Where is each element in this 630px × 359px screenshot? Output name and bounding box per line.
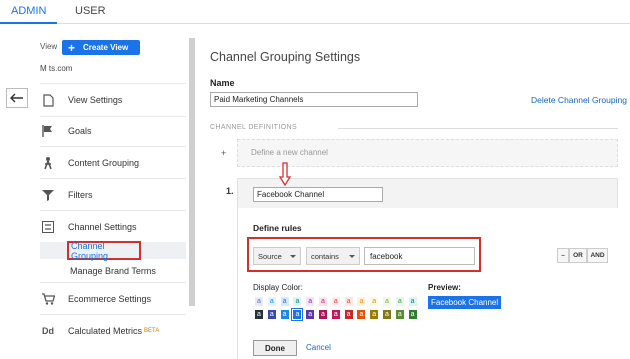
color-swatch[interactable]: a [305, 309, 316, 320]
nav-label: Filters [68, 190, 93, 200]
beta-badge: BETA [144, 328, 160, 334]
tab-user[interactable]: USER [75, 5, 106, 17]
nav-separator [40, 83, 186, 84]
cancel-link[interactable]: Cancel [306, 343, 331, 352]
color-swatch[interactable]: a [318, 309, 328, 320]
display-color-label: Display Color: [253, 283, 303, 292]
nav-separator [40, 210, 186, 211]
page-title: Channel Grouping Settings [210, 50, 361, 64]
nav-label: Content Grouping [68, 158, 140, 168]
name-label: Name [210, 78, 235, 88]
color-swatch[interactable]: a [291, 308, 304, 321]
color-swatch[interactable]: a [407, 309, 418, 320]
person-walk-icon [40, 156, 56, 170]
color-swatch[interactable]: a [254, 309, 264, 320]
dimension-select[interactable]: Source [253, 247, 301, 265]
color-swatch[interactable]: a [369, 296, 380, 307]
color-swatch[interactable]: a [343, 296, 354, 307]
add-channel-plus[interactable]: + [221, 148, 226, 158]
app-root: ADMIN USER View + Create View M ts.com V… [0, 0, 630, 359]
nav-label: View Settings [68, 95, 123, 105]
done-button[interactable]: Done [253, 340, 297, 356]
nav-ecommerce-settings[interactable]: Ecommerce Settings [40, 289, 151, 309]
filter-icon [40, 189, 56, 201]
preview-chip: Facebook Channel [428, 296, 502, 309]
top-tabbar: ADMIN USER [0, 0, 630, 24]
subnav-manage-brand-terms[interactable]: Manage Brand Terms [70, 266, 156, 276]
nav-separator [40, 178, 186, 179]
and-condition-button[interactable]: AND [587, 248, 608, 263]
define-new-channel-label[interactable]: Define a new channel [251, 148, 328, 157]
preview-label: Preview: [428, 283, 461, 292]
back-button[interactable] [6, 88, 28, 108]
arrow-left-icon [10, 93, 23, 103]
operator-select-value: contains [311, 251, 339, 261]
document-icon [40, 93, 56, 107]
nav-separator [40, 146, 186, 147]
define-rules-label: Define rules [253, 223, 302, 233]
color-swatch[interactable]: a [279, 296, 290, 307]
color-swatch[interactable]: a [394, 309, 405, 320]
nav-view-settings[interactable]: View Settings [40, 90, 122, 110]
rule-number: 1. [226, 186, 234, 196]
subnav-channel-grouping[interactable]: Channel Grouping [67, 240, 141, 261]
color-swatch[interactable]: a [407, 296, 418, 307]
color-swatch[interactable]: a [330, 309, 341, 320]
create-view-label: Create View [83, 43, 129, 52]
nav-separator [40, 314, 186, 315]
color-swatch[interactable]: a [318, 296, 328, 307]
grouping-name-input[interactable]: Paid Marketing Channels [210, 92, 418, 107]
delete-channel-grouping-link[interactable]: Delete Channel Grouping [531, 95, 627, 105]
tab-admin[interactable]: ADMIN [11, 5, 46, 17]
remove-condition-button[interactable]: – [557, 248, 569, 263]
operator-select[interactable]: contains [306, 247, 360, 265]
cart-icon [40, 293, 56, 305]
nav-channel-settings[interactable]: Channel Settings [40, 217, 137, 237]
channel-settings-icon [40, 221, 56, 233]
color-swatch[interactable]: a [279, 309, 290, 320]
color-swatch[interactable]: a [382, 296, 392, 307]
nav-label: Goals [68, 126, 92, 136]
nav-calculated-metrics[interactable]: Dd Calculated Metrics BETA [40, 321, 159, 341]
plus-icon: + [68, 40, 76, 55]
nav-separator [40, 282, 186, 283]
nav-label: Channel Settings [68, 222, 137, 232]
color-swatch[interactable]: a [266, 309, 277, 320]
nav-goals[interactable]: Goals [40, 121, 92, 141]
color-swatch[interactable]: a [382, 309, 392, 320]
color-swatch[interactable]: a [369, 309, 380, 320]
annotation-arrow-icon [279, 162, 291, 186]
channel-name-input[interactable]: Facebook Channel [253, 187, 383, 202]
nav-content-grouping[interactable]: Content Grouping [40, 153, 139, 173]
nav-separator [40, 116, 186, 117]
color-swatch[interactable]: a [305, 296, 316, 307]
color-swatch[interactable]: a [254, 296, 264, 307]
color-swatch[interactable]: a [356, 309, 367, 320]
chevron-down-icon [290, 255, 296, 258]
color-swatch[interactable]: a [292, 296, 303, 307]
flag-icon [40, 125, 56, 137]
color-swatch[interactable]: a [343, 309, 354, 320]
color-swatch[interactable]: a [266, 296, 277, 307]
chevron-down-icon [349, 255, 355, 258]
section-divider [338, 128, 618, 129]
nav-label: Calculated Metrics [68, 326, 143, 336]
create-view-button[interactable]: + Create View [62, 40, 140, 55]
or-condition-button[interactable]: OR [569, 248, 587, 263]
left-scrollbar[interactable] [189, 38, 195, 306]
color-swatch[interactable]: a [356, 296, 367, 307]
dd-icon: Dd [42, 326, 54, 336]
view-name[interactable]: M ts.com [40, 64, 72, 73]
nav-label: Ecommerce Settings [68, 294, 152, 304]
nav-filters[interactable]: Filters [40, 185, 93, 205]
subnav-label: Channel Grouping [71, 240, 109, 261]
color-swatch[interactable]: a [330, 296, 341, 307]
active-tab-indicator [0, 22, 57, 24]
channel-definitions-heading: CHANNEL DEFINITIONS [210, 124, 298, 131]
color-swatch[interactable]: a [394, 296, 405, 307]
rule-value-input[interactable]: facebook [364, 247, 475, 265]
view-label: View [40, 42, 58, 51]
dimension-select-value: Source [258, 251, 282, 261]
